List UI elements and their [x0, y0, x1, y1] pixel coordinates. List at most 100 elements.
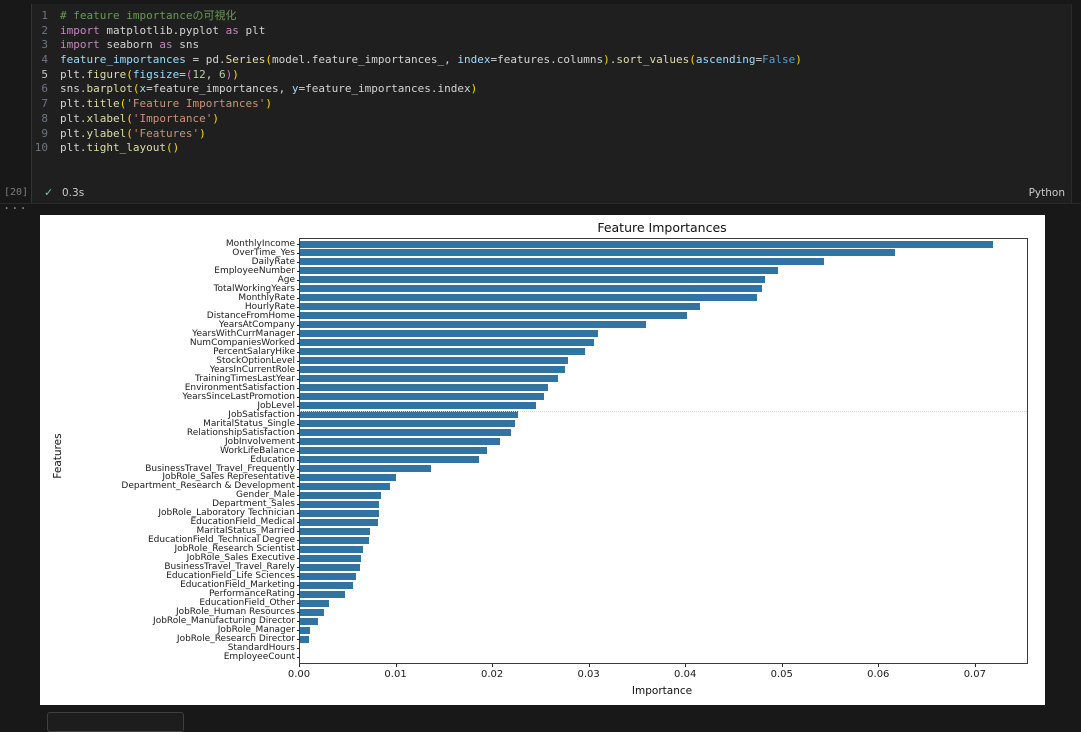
line-number: 8 — [31, 112, 60, 127]
chart-xlabel: Importance — [632, 685, 692, 697]
code-text: import matplotlib.pyplot as plt — [60, 24, 1070, 39]
x-tick — [299, 664, 300, 667]
line-number: 3 — [31, 38, 60, 53]
y-tick-label: EmployeeCount — [40, 652, 295, 662]
y-tick — [297, 513, 300, 514]
language-picker[interactable]: Python — [1029, 187, 1065, 199]
y-tick — [297, 504, 300, 505]
line-number: 10 — [31, 141, 60, 156]
y-tick — [297, 621, 300, 622]
bar — [300, 249, 895, 256]
bar — [300, 276, 765, 283]
x-tick — [589, 664, 590, 667]
line-number: 9 — [31, 127, 60, 142]
code-line: 2import matplotlib.pyplot as plt — [31, 24, 1070, 39]
y-tick — [297, 397, 300, 398]
code-line: 9plt.ylabel('Features') — [31, 127, 1070, 142]
bar — [300, 438, 500, 445]
line-number: 4 — [31, 53, 60, 68]
bar — [300, 510, 379, 517]
line-number: 1 — [31, 9, 60, 24]
bar — [300, 636, 309, 643]
chart-title: Feature Importances — [597, 220, 726, 235]
y-tick — [297, 370, 300, 371]
bar — [300, 294, 757, 301]
code-line: 1# feature importanceの可視化 — [31, 9, 1070, 24]
y-tick — [297, 361, 300, 362]
y-tick — [297, 522, 300, 523]
bar — [300, 411, 518, 418]
bar — [300, 501, 379, 508]
code-text: plt.title('Feature Importances') — [60, 97, 1070, 112]
bar — [300, 348, 585, 355]
bar — [300, 312, 687, 319]
x-tick — [685, 664, 686, 667]
execution-duration: 0.3s — [62, 187, 84, 199]
bar — [300, 384, 548, 391]
bar — [300, 618, 318, 625]
code-text: import seaborn as sns — [60, 38, 1070, 53]
cell-status-bar: [20] ✓ 0.3s Python — [0, 183, 1081, 204]
y-tick — [297, 289, 300, 290]
y-tick — [297, 486, 300, 487]
bar — [300, 429, 511, 436]
y-tick — [297, 316, 300, 317]
code-line: 4feature_importances = pd.Series(model.f… — [31, 53, 1070, 68]
y-tick — [297, 540, 300, 541]
x-tick-label: 0.06 — [867, 669, 889, 680]
y-tick — [297, 495, 300, 496]
y-tick — [297, 442, 300, 443]
y-tick — [297, 262, 300, 263]
x-tick-label: 0.02 — [481, 669, 503, 680]
y-tick — [297, 307, 300, 308]
bar — [300, 321, 646, 328]
code-line: 6sns.barplot(x=feature_importances, y=fe… — [31, 82, 1070, 97]
bar — [300, 393, 544, 400]
bar — [300, 483, 390, 490]
y-tick — [297, 280, 300, 281]
y-tick — [297, 433, 300, 434]
line-number: 5 — [31, 68, 60, 83]
next-cell-stub[interactable] — [47, 712, 184, 732]
code-line: 7plt.title('Feature Importances') — [31, 97, 1070, 112]
y-tick — [297, 585, 300, 586]
y-tick — [297, 603, 300, 604]
cell-more-actions-icon[interactable]: ... — [3, 198, 28, 212]
y-tick — [297, 469, 300, 470]
y-tick — [297, 451, 300, 452]
success-check-icon: ✓ — [44, 186, 53, 199]
code-text: plt.figure(figsize=(12, 6)) — [60, 68, 1070, 83]
execution-count: [20] — [4, 187, 28, 198]
bar — [300, 573, 356, 580]
x-tick-label: 0.04 — [674, 669, 696, 680]
x-tick — [492, 664, 493, 667]
y-tick — [297, 531, 300, 532]
y-tick — [297, 639, 300, 640]
bar — [300, 375, 558, 382]
bar — [300, 519, 378, 526]
dotted-artifact-line — [300, 411, 1027, 412]
bar — [300, 456, 479, 463]
code-line: 10plt.tight_layout() — [31, 141, 1070, 156]
y-tick — [297, 558, 300, 559]
y-tick — [297, 352, 300, 353]
bar — [300, 366, 565, 373]
bar — [300, 285, 762, 292]
bar — [300, 555, 361, 562]
line-number: 7 — [31, 97, 60, 112]
code-line: 8plt.xlabel('Importance') — [31, 112, 1070, 127]
bar — [300, 267, 778, 274]
y-tick — [297, 253, 300, 254]
x-tick-label: 0.05 — [771, 669, 793, 680]
y-tick — [297, 244, 300, 245]
bar — [300, 402, 536, 409]
y-tick — [297, 334, 300, 335]
chart-output-image: Feature Importances Features Importance … — [40, 215, 1045, 705]
bar — [300, 582, 353, 589]
y-tick — [297, 576, 300, 577]
code-editor[interactable]: 1# feature importanceの可視化2import matplot… — [31, 9, 1070, 156]
bar — [300, 447, 487, 454]
line-number: 6 — [31, 82, 60, 97]
bar — [300, 241, 993, 248]
y-tick — [297, 325, 300, 326]
